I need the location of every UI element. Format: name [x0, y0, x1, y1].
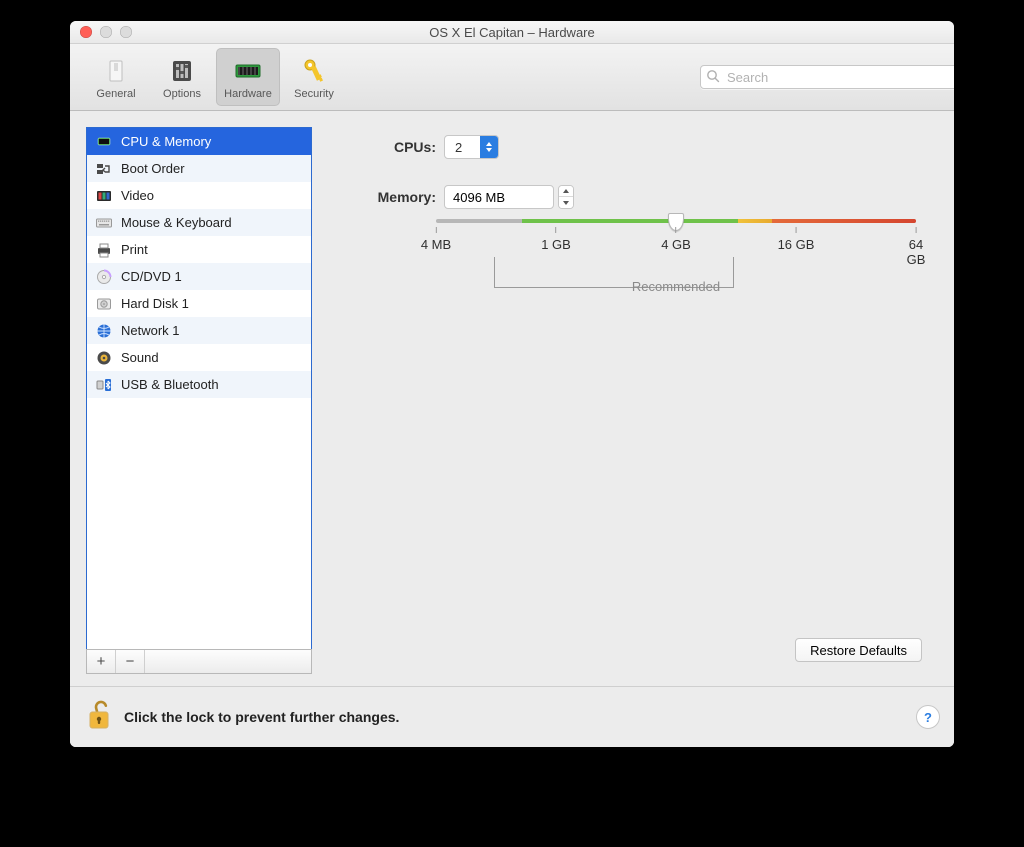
search-input[interactable]: [700, 65, 954, 89]
sidebar-item-video[interactable]: Video: [87, 182, 311, 209]
zoom-window-button[interactable]: [120, 26, 132, 38]
sidebar-item-sound[interactable]: Sound: [87, 344, 311, 371]
tick-label: 4 GB: [661, 237, 691, 252]
sidebar-item-network[interactable]: Network 1: [87, 317, 311, 344]
sidebar-item-mouse-keyboard[interactable]: Mouse & Keyboard: [87, 209, 311, 236]
harddisk-icon: [95, 295, 113, 313]
network-icon: [95, 322, 113, 340]
sidebar-item-label: Mouse & Keyboard: [121, 215, 232, 230]
sidebar-item-label: USB & Bluetooth: [121, 377, 219, 392]
close-window-button[interactable]: [80, 26, 92, 38]
cpus-value: 2: [445, 140, 480, 155]
add-device-button[interactable]: +: [87, 650, 116, 673]
sidebar-item-print[interactable]: Print: [87, 236, 311, 263]
help-button[interactable]: ?: [916, 705, 940, 729]
cpus-label: CPUs:: [330, 139, 444, 155]
usb-bluetooth-icon: [95, 376, 113, 394]
tab-options[interactable]: Options: [150, 48, 214, 106]
sidebar-item-label: Hard Disk 1: [121, 296, 189, 311]
tab-security[interactable]: Security: [282, 48, 346, 106]
memory-step-down[interactable]: [559, 197, 573, 208]
cpu-memory-panel: CPUs: 2 Memory:: [330, 127, 938, 674]
sidebar-item-label: Sound: [121, 350, 159, 365]
sidebar-item-label: Print: [121, 242, 148, 257]
tick-label: 16 GB: [778, 237, 815, 252]
sidebar-item-label: Video: [121, 188, 154, 203]
search-icon: [706, 69, 720, 86]
titlebar: OS X El Capitan – Hardware: [70, 21, 954, 44]
toolbar: General Options Hardware Security: [70, 44, 954, 111]
sidebar-item-label: CD/DVD 1: [121, 269, 182, 284]
memory-input[interactable]: [444, 185, 554, 209]
tab-general[interactable]: General: [84, 48, 148, 106]
sidebar-item-label: Boot Order: [121, 161, 185, 176]
hardware-icon: [232, 55, 264, 87]
sound-icon: [95, 349, 113, 367]
sidebar-item-label: Network 1: [121, 323, 180, 338]
security-icon: [298, 55, 330, 87]
sidebar-item-harddisk[interactable]: Hard Disk 1: [87, 290, 311, 317]
tab-label: Hardware: [224, 88, 272, 100]
general-icon: [100, 55, 132, 87]
restore-defaults: Restore Defaults: [795, 638, 922, 662]
cpu-icon: [95, 133, 113, 151]
remove-device-button[interactable]: −: [116, 650, 145, 673]
preferences-window: OS X El Capitan – Hardware General Optio…: [70, 21, 954, 747]
memory-slider[interactable]: 4 MB 1 GB 4 GB 16 GB 64 GB Recommended: [436, 219, 916, 261]
tab-label: General: [96, 88, 135, 100]
hardware-list[interactable]: CPU & Memory Boot Order: [86, 127, 312, 649]
options-icon: [166, 55, 198, 87]
tab-label: Security: [294, 88, 334, 100]
tick-label: 1 GB: [541, 237, 571, 252]
sidebar-item-boot-order[interactable]: Boot Order: [87, 155, 311, 182]
memory-step-up[interactable]: [559, 186, 573, 197]
footer: Click the lock to prevent further change…: [70, 686, 954, 747]
memory-stepper[interactable]: [558, 185, 574, 209]
video-icon: [95, 187, 113, 205]
search-field-wrap: [700, 65, 940, 89]
window-title: OS X El Capitan – Hardware: [70, 25, 954, 40]
cpus-select[interactable]: 2: [444, 135, 499, 159]
sidebar-item-cpu-memory[interactable]: CPU & Memory: [87, 128, 311, 155]
hardware-sidebar: CPU & Memory Boot Order: [86, 127, 312, 674]
sidebar-item-label: CPU & Memory: [121, 134, 211, 149]
lock-message: Click the lock to prevent further change…: [124, 709, 399, 725]
tab-label: Options: [163, 88, 201, 100]
cpus-stepper-icon: [480, 136, 498, 158]
content: CPU & Memory Boot Order: [70, 111, 954, 747]
sidebar-item-usb-bluetooth[interactable]: USB & Bluetooth: [87, 371, 311, 398]
tick-label: 4 MB: [421, 237, 451, 252]
tab-hardware[interactable]: Hardware: [216, 48, 280, 106]
memory-label: Memory:: [330, 189, 444, 205]
boot-order-icon: [95, 160, 113, 178]
tick-label: 64 GB: [907, 237, 926, 267]
printer-icon: [95, 241, 113, 259]
memory-slider-ticks: 4 MB 1 GB 4 GB 16 GB 64 GB: [436, 227, 916, 261]
window-controls: [80, 26, 132, 38]
sidebar-item-cddvd[interactable]: CD/DVD 1: [87, 263, 311, 290]
lock-icon[interactable]: [84, 699, 114, 736]
disc-icon: [95, 268, 113, 286]
sidebar-actions: + −: [86, 649, 312, 674]
keyboard-icon: [95, 214, 113, 232]
minimize-window-button[interactable]: [100, 26, 112, 38]
restore-defaults-button[interactable]: Restore Defaults: [795, 638, 922, 662]
recommended-label: Recommended: [436, 279, 916, 294]
